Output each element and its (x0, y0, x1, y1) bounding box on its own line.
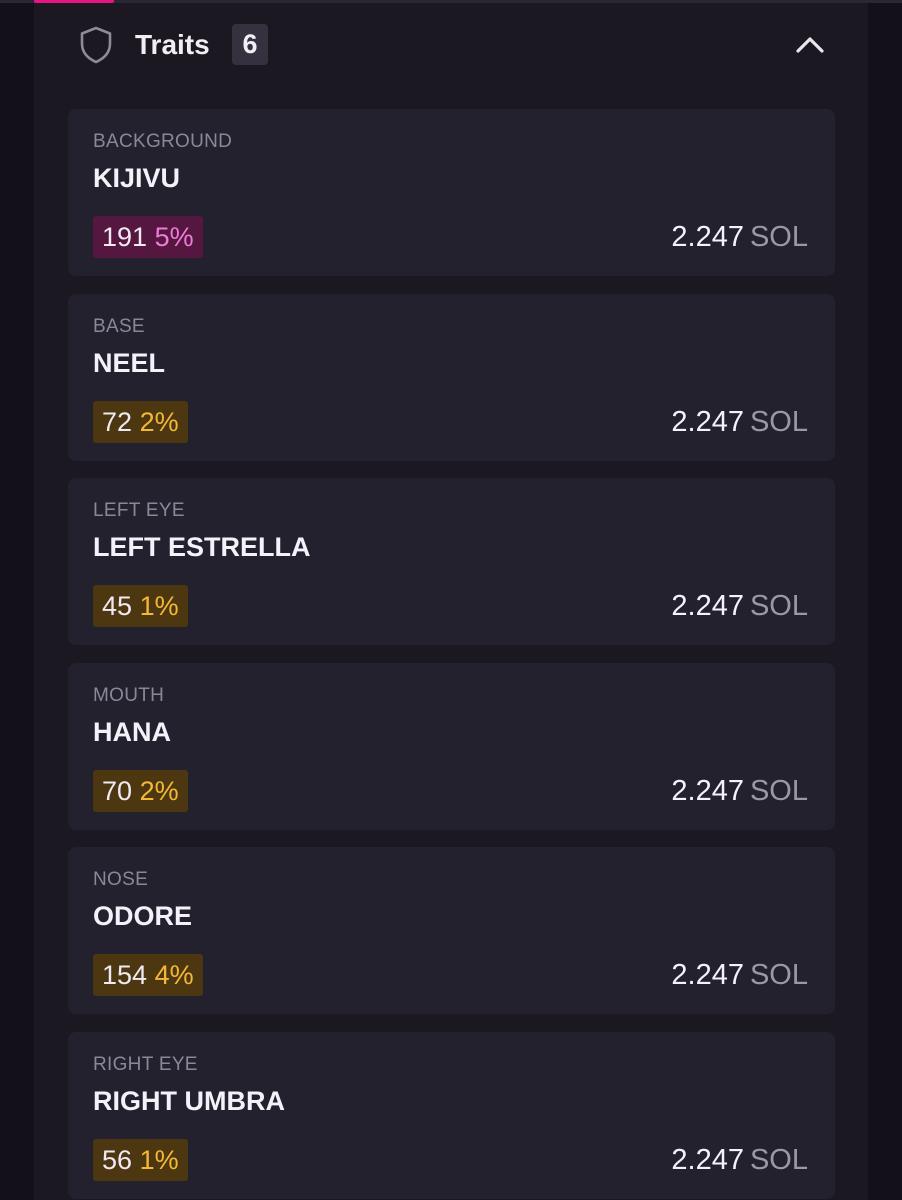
trait-card-base[interactable]: BASE NEEL 72 2% 2.247 SOL (68, 294, 835, 461)
floor-price: 2.247 SOL (671, 586, 808, 626)
trait-type-label: RIGHT EYE (93, 1054, 198, 1075)
price-unit: SOL (749, 775, 808, 807)
price-unit: SOL (749, 406, 808, 438)
rarity-count: 72 (102, 407, 133, 437)
rarity-count: 154 (102, 960, 148, 990)
price-amount: 2.247 (671, 406, 744, 438)
rarity-count: 56 (102, 1145, 133, 1175)
rarity-percent: 1% (139, 591, 179, 621)
traits-panel-header[interactable]: Traits 6 (34, 3, 868, 91)
rarity-percent: 2% (139, 776, 179, 806)
trait-value: LEFT ESTRELLA (93, 532, 311, 562)
rarity-count: 70 (102, 776, 133, 806)
panel-title: Traits (135, 29, 210, 60)
floor-price: 2.247 SOL (671, 217, 808, 257)
trait-type-label: MOUTH (93, 685, 165, 706)
rarity-percent: 2% (139, 407, 179, 437)
shield-icon (80, 26, 112, 64)
floor-price: 2.247 SOL (671, 1140, 808, 1180)
trait-count-badge: 6 (232, 24, 268, 65)
rarity-count: 191 (102, 222, 148, 252)
trait-type-label: LEFT EYE (93, 500, 185, 521)
rarity-badge: 56 1% (93, 1139, 188, 1181)
rarity-badge: 70 2% (93, 770, 188, 812)
trait-type-label: NOSE (93, 869, 149, 890)
floor-price: 2.247 SOL (671, 771, 808, 811)
trait-type-label: BASE (93, 316, 145, 337)
trait-value: NEEL (93, 348, 166, 378)
rarity-percent: 5% (154, 222, 194, 252)
rarity-badge: 191 5% (93, 216, 203, 258)
rarity-badge: 45 1% (93, 585, 188, 627)
rarity-percent: 4% (154, 960, 194, 990)
price-amount: 2.247 (671, 959, 744, 991)
traits-panel: Traits 6 BACKGROUND KIJIVU 191 5% 2.247 S… (34, 3, 868, 1200)
price-unit: SOL (749, 221, 808, 253)
trait-value: KIJIVU (93, 163, 181, 193)
trait-card-background[interactable]: BACKGROUND KIJIVU 191 5% 2.247 SOL (68, 109, 835, 276)
trait-value: ODORE (93, 901, 193, 931)
rarity-percent: 1% (139, 1145, 179, 1175)
floor-price: 2.247 SOL (671, 955, 808, 995)
price-amount: 2.247 (671, 590, 744, 622)
price-unit: SOL (749, 590, 808, 622)
trait-value: RIGHT UMBRA (93, 1086, 285, 1116)
trait-card-mouth[interactable]: MOUTH HANA 70 2% 2.247 SOL (68, 663, 835, 830)
price-amount: 2.247 (671, 221, 744, 253)
rarity-count: 45 (102, 591, 133, 621)
price-unit: SOL (749, 1144, 808, 1176)
floor-price: 2.247 SOL (671, 402, 808, 442)
rarity-badge: 72 2% (93, 401, 188, 443)
trait-type-label: BACKGROUND (93, 131, 233, 152)
trait-card-right-eye[interactable]: RIGHT EYE RIGHT UMBRA 56 1% 2.247 SOL (68, 1032, 835, 1199)
chevron-up-icon[interactable] (794, 33, 826, 57)
trait-value: HANA (93, 717, 171, 747)
rarity-badge: 154 4% (93, 954, 203, 996)
price-amount: 2.247 (671, 1144, 744, 1176)
trait-card-left-eye[interactable]: LEFT EYE LEFT ESTRELLA 45 1% 2.247 SOL (68, 478, 835, 645)
trait-card-nose[interactable]: NOSE ODORE 154 4% 2.247 SOL (68, 847, 835, 1014)
page: Traits 6 BACKGROUND KIJIVU 191 5% 2.247 S… (0, 0, 902, 1200)
price-amount: 2.247 (671, 775, 744, 807)
price-unit: SOL (749, 959, 808, 991)
